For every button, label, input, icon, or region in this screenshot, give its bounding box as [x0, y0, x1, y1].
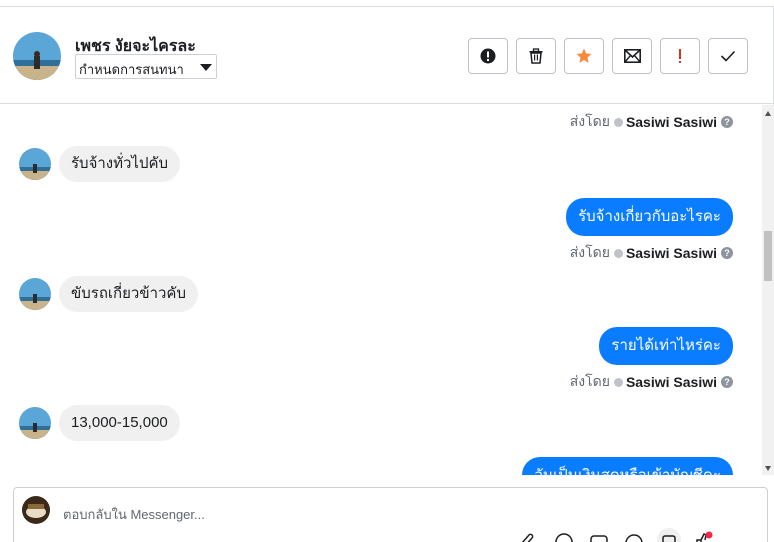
caret-down-icon — [200, 64, 212, 71]
contact-avatar-small[interactable] — [19, 278, 51, 310]
conversation-header: เพชร งัยจะไครละ กำหนดการสนทนา — [0, 7, 774, 104]
saved-replies-icon[interactable] — [657, 528, 681, 542]
exclamation-icon — [679, 49, 681, 63]
message-bubble[interactable]: รับจ้างทั่วไปคับ — [59, 146, 181, 182]
reply-input[interactable]: ตอบกลับใน Messenger... — [63, 504, 205, 525]
thread-scrollbar[interactable] — [762, 105, 774, 475]
reply-composer[interactable]: ตอบกลับใน Messenger... — [13, 487, 768, 542]
assign-conversation-label: กำหนดการสนทนา — [79, 62, 184, 77]
message-bubble-outgoing[interactable]: รับจ้างเกี่ยวกับอะไรคะ — [566, 198, 733, 236]
sent-by-prefix: ส่งโดย — [569, 244, 610, 260]
sender-name[interactable]: Sasiwi Sasiwi — [626, 245, 717, 261]
composer-toolbar — [517, 528, 727, 542]
page-badge-icon — [613, 377, 623, 387]
check-icon — [720, 50, 736, 62]
message-bubble[interactable]: 13,000-15,000 — [59, 405, 180, 441]
like-icon[interactable] — [692, 528, 716, 542]
sent-by-prefix: ส่งโดย — [569, 113, 610, 129]
trash-icon — [529, 48, 543, 64]
sent-by-line: ส่งโดย Sasiwi Sasiwi ? — [570, 242, 733, 264]
page-badge-icon — [613, 248, 623, 258]
emoji-icon[interactable] — [552, 528, 576, 542]
star-icon — [576, 48, 592, 63]
message-thread[interactable]: ส่งโดย Sasiwi Sasiwi ? รับจ้างทั่วไปคับ … — [0, 105, 762, 475]
message-bubble-outgoing[interactable]: รายได้เท่าไหร่คะ — [599, 327, 733, 365]
gif-icon[interactable] — [587, 528, 611, 542]
alert-circle-icon — [480, 48, 496, 64]
mark-unread-button[interactable] — [612, 38, 652, 74]
message-bubble[interactable]: ขับรถเกี่ยวข้าวคับ — [59, 276, 198, 312]
sent-by-line: ส่งโดย Sasiwi Sasiwi ? — [570, 111, 733, 133]
assign-conversation-dropdown[interactable]: กำหนดการสนทนา — [75, 54, 217, 79]
page-badge-icon — [613, 117, 623, 127]
scroll-up-icon[interactable] — [765, 111, 771, 116]
help-icon[interactable]: ? — [721, 116, 733, 128]
sent-by-prefix: ส่งโดย — [569, 373, 610, 389]
mark-important-button[interactable] — [660, 38, 700, 74]
conversation-toolbar — [468, 38, 748, 74]
page-avatar — [22, 496, 50, 524]
sticker-icon[interactable] — [622, 528, 646, 542]
sender-name[interactable]: Sasiwi Sasiwi — [626, 374, 717, 390]
spam-button[interactable] — [468, 38, 508, 74]
scroll-down-icon[interactable] — [765, 466, 771, 471]
help-icon[interactable]: ? — [721, 247, 733, 259]
delete-button[interactable] — [516, 38, 556, 74]
scroll-thumb[interactable] — [764, 231, 772, 281]
contact-avatar-small[interactable] — [19, 407, 51, 439]
mark-done-button[interactable] — [708, 38, 748, 74]
sent-by-line: ส่งโดย Sasiwi Sasiwi ? — [570, 371, 733, 393]
sender-name[interactable]: Sasiwi Sasiwi — [626, 114, 717, 130]
incoming-message: รับจ้างทั่วไปคับ — [19, 146, 181, 182]
contact-avatar-small[interactable] — [19, 148, 51, 180]
message-bubble-outgoing[interactable]: วันเป็นเงินสดหรือเข้าบัญชีคะ — [522, 457, 733, 475]
help-icon[interactable]: ? — [721, 376, 733, 388]
incoming-message: 13,000-15,000 — [19, 405, 180, 441]
incoming-message: ขับรถเกี่ยวข้าวคับ — [19, 276, 198, 312]
attachment-icon[interactable] — [517, 528, 541, 542]
envelope-icon — [623, 49, 641, 63]
star-button[interactable] — [564, 38, 604, 74]
contact-avatar[interactable] — [13, 32, 61, 80]
